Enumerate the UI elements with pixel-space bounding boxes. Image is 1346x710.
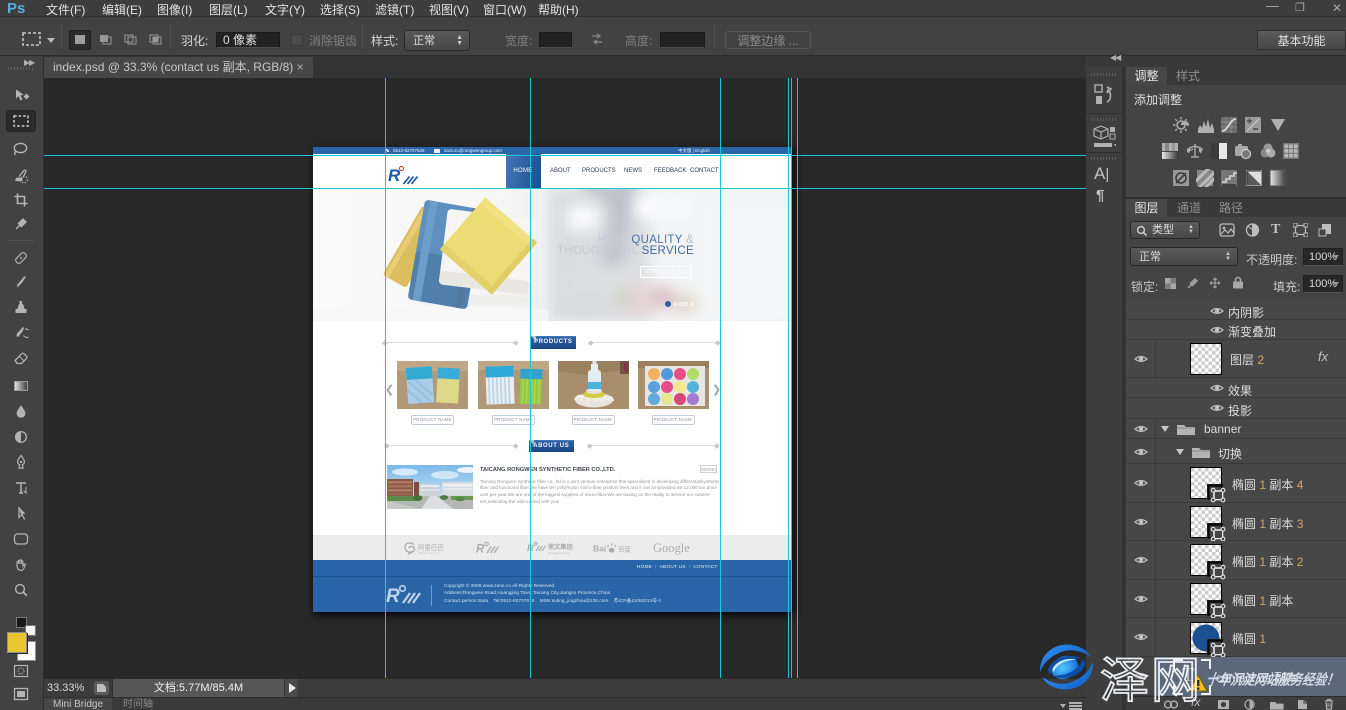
- svg-text:R: R: [476, 543, 485, 555]
- svg-text:荣文集团: 荣文集团: [547, 543, 573, 551]
- svg-text:Alibaba.com.cn: Alibaba.com.cn: [418, 551, 439, 555]
- svg-text:Rongwen Group: Rongwen Group: [548, 551, 570, 555]
- svg-text:Bai: Bai: [593, 543, 606, 553]
- svg-text:R: R: [386, 586, 400, 606]
- svg-text:Google: Google: [653, 541, 690, 555]
- svg-text:百度: 百度: [618, 544, 631, 553]
